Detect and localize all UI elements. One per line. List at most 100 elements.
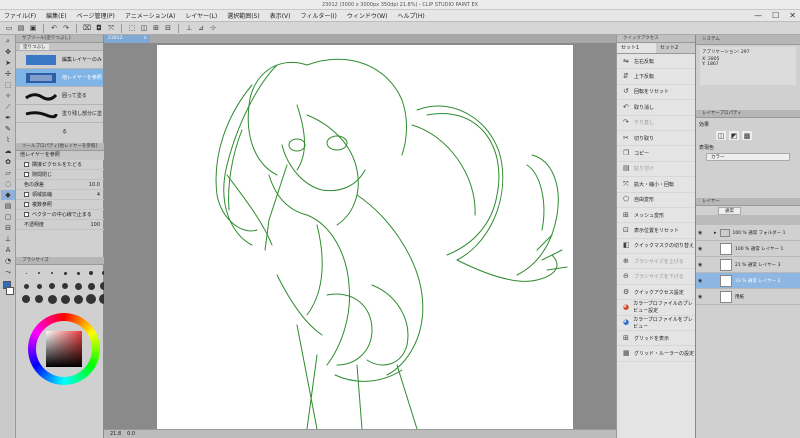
menu-animation[interactable]: アニメーション(A) — [125, 11, 176, 20]
quick-toggle-mask[interactable]: ◧ クイックマスクの切り替え — [617, 239, 695, 255]
opacity-row[interactable]: 不透明度 100 — [16, 220, 104, 230]
invert-selection-icon[interactable]: ◫ — [139, 24, 149, 33]
sub-tool-item[interactable]: 編集レイヤーのみ参照 — [16, 51, 103, 81]
checkbox[interactable] — [24, 162, 29, 167]
quick-flip-vertical[interactable]: ⇵ 上下反転 — [617, 69, 695, 85]
quick-scale-rotate[interactable]: ⤧ 拡大・縮小・回転 — [617, 177, 695, 193]
brush-size-swatch[interactable] — [21, 281, 31, 291]
brush-size-swatch[interactable] — [73, 281, 83, 291]
brush-tool-icon[interactable]: ⌇ — [1, 135, 15, 145]
checkbox[interactable] — [24, 202, 29, 207]
quick-reset-view[interactable]: ⊡ 表示位置をリセット — [617, 223, 695, 239]
layer-row[interactable]: ◉ 21 % 通常 レイヤー 3 — [696, 257, 800, 273]
quick-brush-up[interactable]: ⊕ ブラシサイズを上げる — [617, 254, 695, 270]
selection-tool-icon[interactable]: ⬚ — [1, 80, 15, 90]
color-saturation-square[interactable] — [46, 331, 82, 367]
figure-tool-icon[interactable]: ▢ — [1, 212, 15, 222]
redo-icon[interactable]: ↷ — [61, 24, 71, 33]
checkbox[interactable] — [24, 212, 29, 217]
snap-ruler-icon[interactable]: ⊥ — [184, 24, 194, 33]
brush-size-swatch[interactable] — [21, 268, 31, 278]
quick-mesh-transform[interactable]: ⊞ メッシュ変形 — [617, 208, 695, 224]
sub-tool-tab[interactable]: 塗りつぶし — [20, 43, 49, 50]
quick-color-profile-preview[interactable]: ◕ カラープロファイルをプレビュー — [617, 316, 695, 332]
checkbox[interactable] — [24, 172, 29, 177]
blend-tool-icon[interactable]: ◌ — [1, 179, 15, 189]
drawing-canvas[interactable] — [157, 45, 573, 430]
document-tab[interactable]: 23012 × — [104, 35, 150, 43]
visibility-eye-icon[interactable]: ◉ — [698, 294, 704, 300]
quick-settings[interactable]: ⚙ クイックアクセス設定 — [617, 285, 695, 301]
adjacent-pixels-row[interactable]: 隣接ピクセルをたどる — [16, 160, 104, 170]
zoom-tool-icon[interactable]: ⌕ — [1, 36, 15, 46]
brush-size-swatch[interactable] — [73, 268, 83, 278]
snap-special-ruler-icon[interactable]: ⊿ — [196, 24, 206, 33]
close-button[interactable]: ✕ — [789, 10, 796, 22]
blend-mode-select[interactable]: 通常 — [718, 206, 741, 215]
fill-tool-icon[interactable]: ◆ — [1, 190, 15, 200]
quick-show-grid[interactable]: ⊞ グリッドを表示 — [617, 331, 695, 347]
open-icon[interactable]: ▤ — [16, 24, 26, 33]
color-wheel[interactable] — [28, 313, 100, 385]
ruler-tool-icon[interactable]: ⟂ — [1, 234, 15, 244]
quick-copy[interactable]: ❐ コピー — [617, 146, 695, 162]
quick-undo[interactable]: ↶ 取り消し — [617, 100, 695, 116]
snap-grid-icon[interactable]: ⊹ — [208, 24, 218, 33]
quick-free-transform[interactable]: ⬠ 自由変形 — [617, 193, 695, 208]
minimize-button[interactable]: — — [754, 10, 762, 22]
menu-edit[interactable]: 編集(E) — [46, 11, 66, 20]
multiple-refer-row[interactable]: 複数参照 — [16, 200, 104, 210]
color-margin-row[interactable]: 色の誤差 10.0 — [16, 180, 104, 190]
area-scaling-row[interactable]: 領域拡縮 4 — [16, 190, 104, 200]
maximize-button[interactable]: ☐ — [772, 10, 779, 22]
brush-size-swatch[interactable] — [86, 294, 96, 304]
vector-center-row[interactable]: ベクターの中心線で止まる — [16, 210, 104, 220]
menu-page[interactable]: ページ管理(P) — [77, 11, 115, 20]
checkbox[interactable] — [24, 192, 29, 197]
brush-size-swatch[interactable] — [86, 268, 96, 278]
brush-size-swatch[interactable] — [86, 281, 96, 291]
sub-tool-item[interactable]: 囲って塗る — [16, 87, 103, 105]
brush-size-swatch[interactable] — [73, 294, 83, 304]
menu-filter[interactable]: フィルター(I) — [301, 11, 337, 20]
sub-tool-item[interactable]: 塗り残し部分に塗る — [16, 105, 103, 135]
deselect-icon[interactable]: ⬚ — [127, 24, 137, 33]
decoration-tool-icon[interactable]: ✿ — [1, 157, 15, 167]
visibility-eye-icon[interactable]: ◉ — [698, 262, 704, 268]
auto-select-tool-icon[interactable]: ✧ — [1, 91, 15, 101]
expand-selection-icon[interactable]: ⊞ — [151, 24, 161, 33]
quick-redo[interactable]: ↷ やり直し — [617, 116, 695, 131]
brush-size-swatch[interactable] — [34, 281, 44, 291]
airbrush-tool-icon[interactable]: ☁ — [1, 146, 15, 156]
move-tool-icon[interactable]: ✥ — [1, 47, 15, 57]
eyedropper-tool-icon[interactable]: ⟋ — [1, 102, 15, 112]
frame-tool-icon[interactable]: ⊟ — [1, 223, 15, 233]
menu-file[interactable]: ファイル(F) — [4, 11, 36, 20]
balloon-tool-icon[interactable]: ◔ — [1, 256, 15, 266]
new-file-icon[interactable]: ▭ — [4, 24, 14, 33]
brush-size-swatch[interactable] — [60, 268, 70, 278]
undo-icon[interactable]: ↶ — [49, 24, 59, 33]
pencil-tool-icon[interactable]: ✎ — [1, 124, 15, 134]
layer-row[interactable]: ◉ 100 % 通常 レイヤー 1 — [696, 241, 800, 257]
layer-row-selected[interactable]: ◉ 33 % 通常 レイヤー 2 — [696, 273, 800, 289]
visibility-eye-icon[interactable]: ◉ — [698, 230, 704, 236]
zoom-value[interactable]: 21.8 — [110, 430, 121, 438]
effect-tone-icon[interactable]: ▩ — [742, 131, 752, 140]
menu-help[interactable]: ヘルプ(H) — [397, 11, 424, 20]
quick-paste[interactable]: ▤ 貼り付け — [617, 162, 695, 178]
menu-view[interactable]: 表示(V) — [270, 11, 291, 20]
brush-size-swatch[interactable] — [21, 294, 31, 304]
effect-watercolor-icon[interactable]: ◩ — [729, 131, 739, 140]
menu-selection[interactable]: 選択範囲(S) — [227, 11, 260, 20]
quick-flip-horizontal[interactable]: ⇋ 左右反転 — [617, 54, 695, 70]
sub-color-swatch[interactable] — [6, 287, 14, 295]
sub-tool-item-selected[interactable]: 他レイヤーを参照 — [16, 69, 103, 87]
brush-size-swatch[interactable] — [60, 294, 70, 304]
transform-icon[interactable]: ⤧ — [106, 24, 116, 33]
brush-size-swatch[interactable] — [60, 281, 70, 291]
visibility-eye-icon[interactable]: ◉ — [698, 246, 704, 252]
brush-size-swatch[interactable] — [34, 268, 44, 278]
quick-reset-rotation[interactable]: ↺ 回転をリセット — [617, 85, 695, 101]
correct-line-tool-icon[interactable]: ⤳ — [1, 267, 15, 277]
